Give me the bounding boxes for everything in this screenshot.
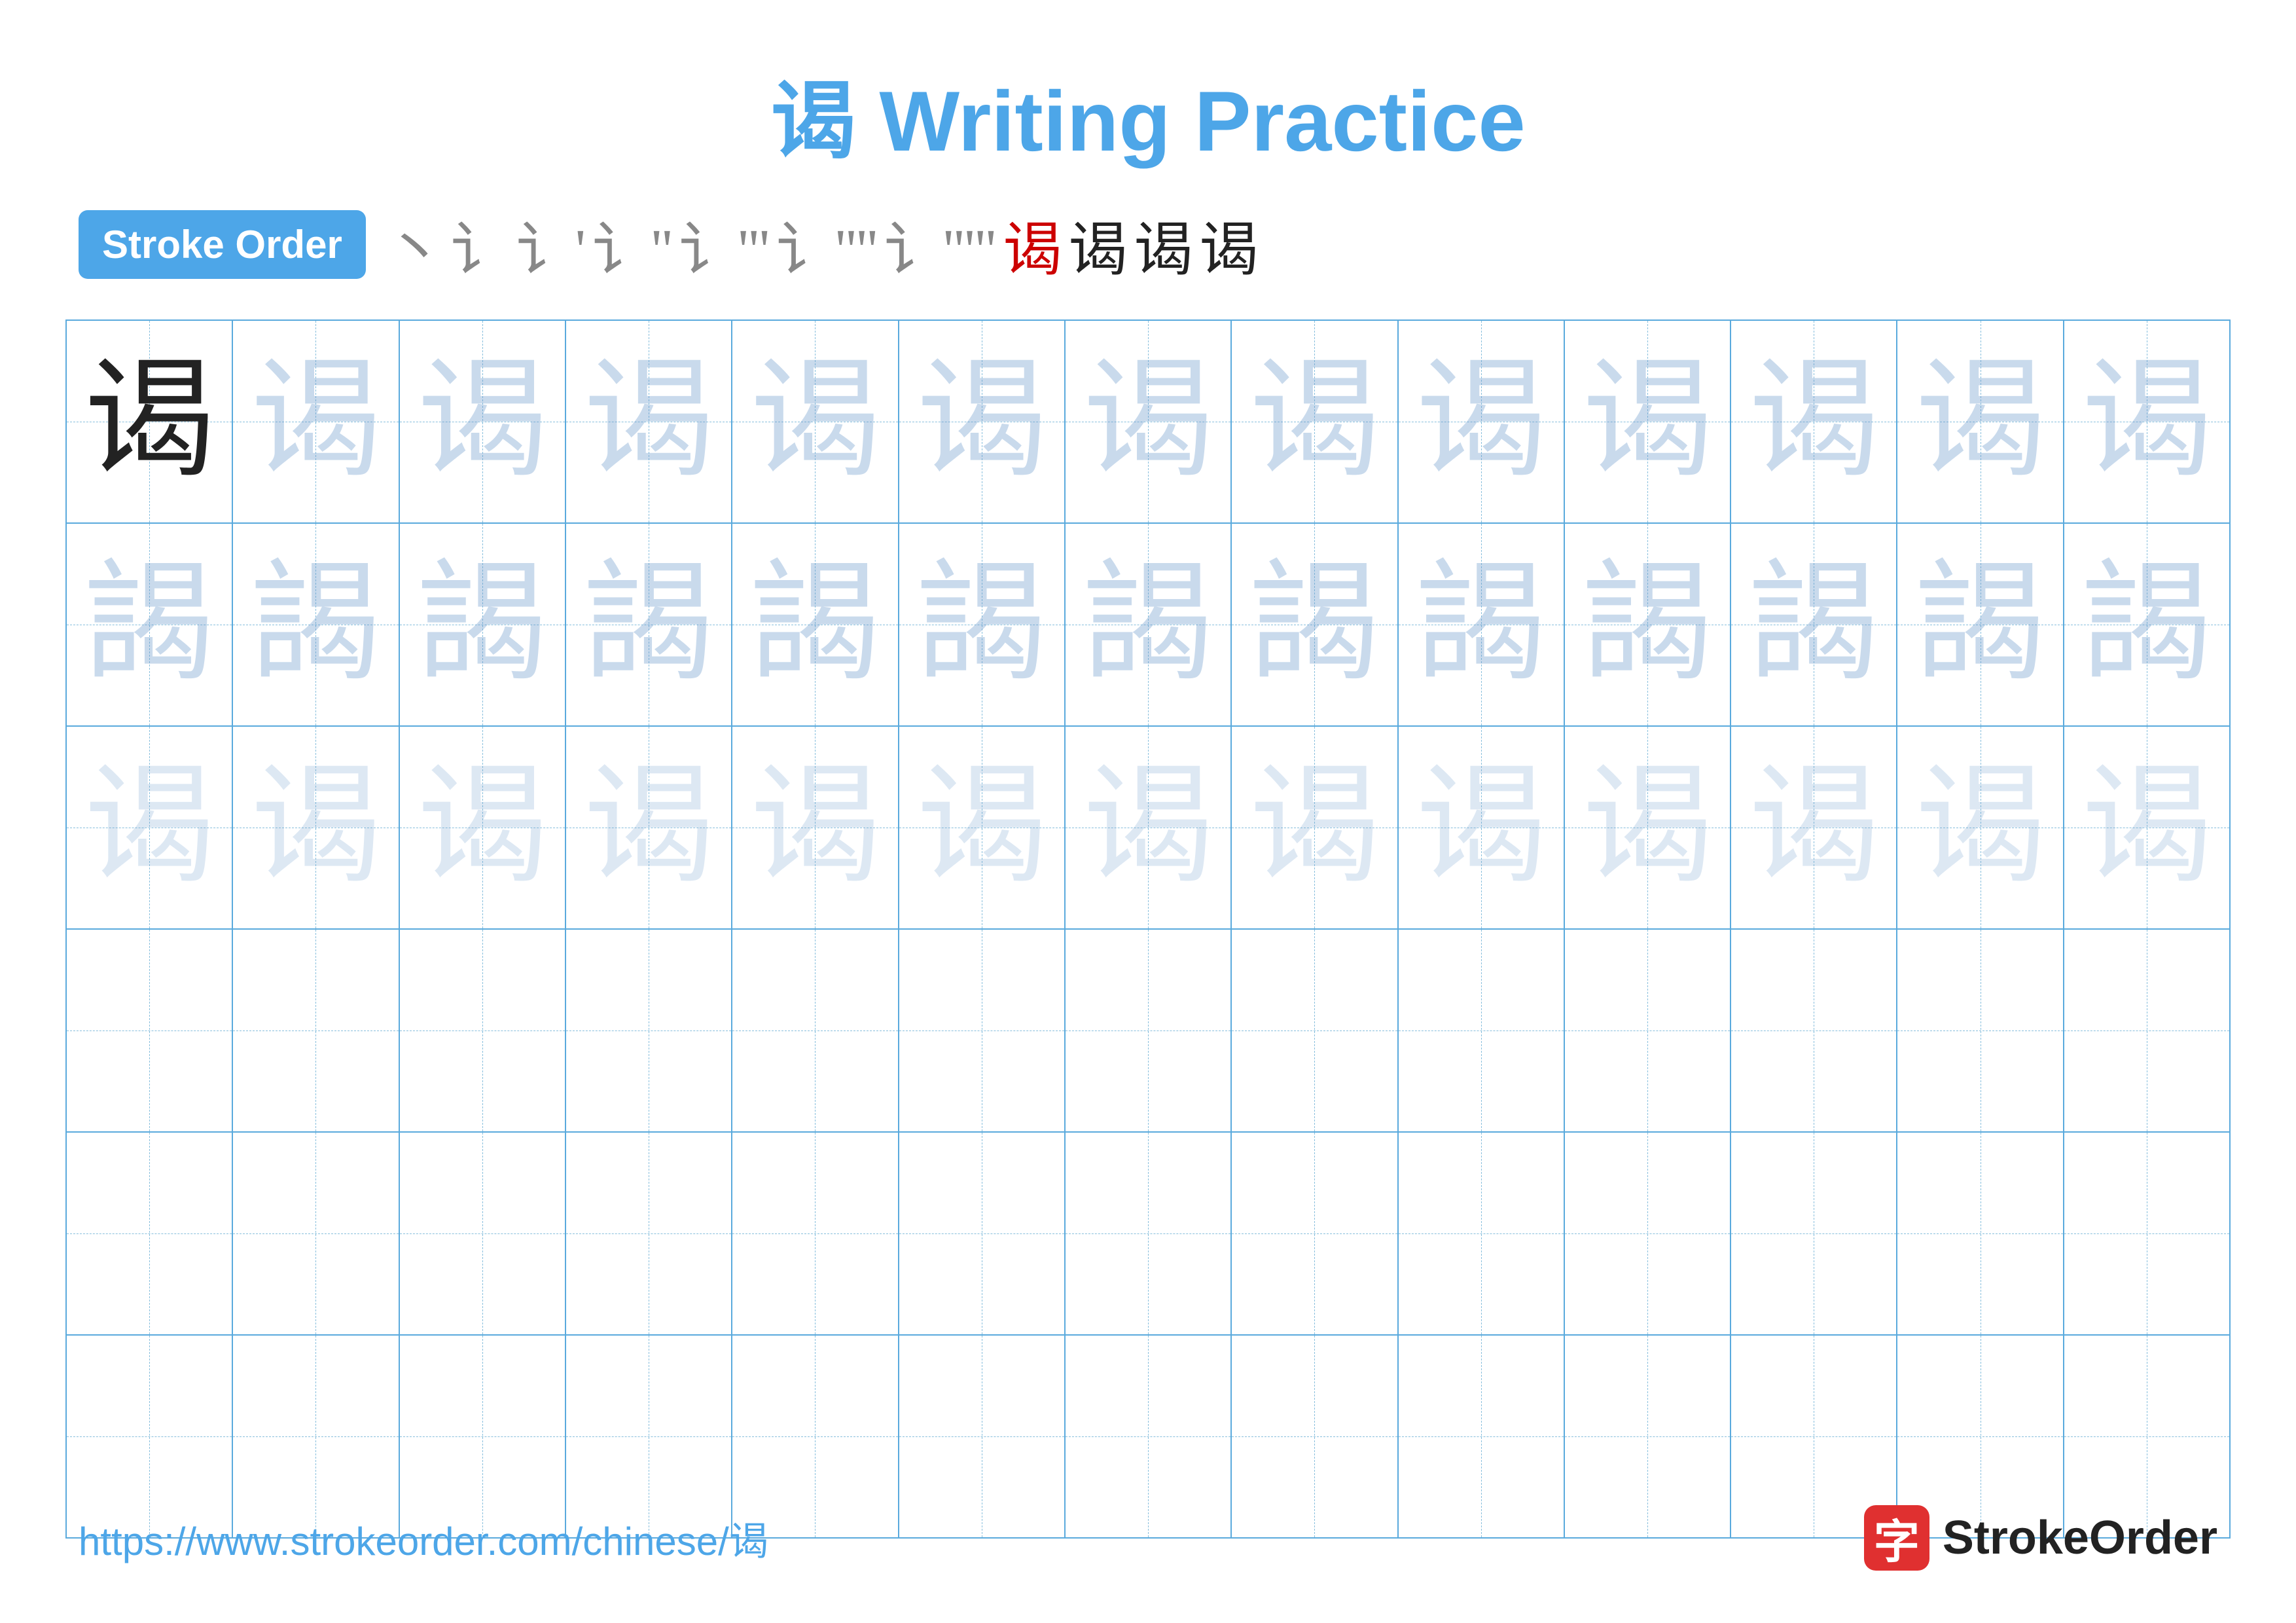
grid-cell[interactable] — [732, 1133, 899, 1334]
grid-cell[interactable]: 谒 — [566, 321, 732, 522]
stroke-9: 谒 — [1068, 202, 1127, 287]
grid-cell[interactable]: 谒 — [732, 321, 899, 522]
grid-cell[interactable]: 謁 — [1232, 524, 1398, 725]
grid-cell[interactable] — [67, 1133, 233, 1334]
stroke-order-section: Stroke Order 丶 讠 讠' 讠'' 讠''' 讠'''' 讠''''… — [0, 202, 2296, 319]
grid-cell[interactable]: 谒 — [1399, 321, 1565, 522]
practice-grid[interactable]: 谒 谒 谒 谒 谒 谒 谒 谒 谒 谒 谒 谒 — [65, 319, 2231, 1539]
grid-cell[interactable]: 谒 — [1399, 727, 1565, 928]
grid-cell[interactable]: 謁 — [899, 524, 1066, 725]
grid-cell[interactable] — [1565, 1133, 1731, 1334]
grid-cell[interactable]: 谒 — [1232, 321, 1398, 522]
logo-icon: 字 — [1864, 1505, 1929, 1571]
grid-cell[interactable] — [1066, 930, 1232, 1131]
grid-cell[interactable] — [566, 1133, 732, 1334]
grid-cell[interactable]: 謁 — [1399, 524, 1565, 725]
stroke-10: 谒 — [1134, 202, 1193, 287]
grid-cell[interactable] — [67, 930, 233, 1131]
stroke-7: 讠''''' — [884, 202, 996, 287]
grid-cell[interactable] — [233, 1133, 399, 1334]
grid-cell[interactable]: 谒 — [2064, 321, 2229, 522]
stroke-order-badge: Stroke Order — [79, 210, 366, 279]
grid-row-1: 谒 谒 谒 谒 谒 谒 谒 谒 谒 谒 谒 谒 — [67, 321, 2229, 524]
grid-cell[interactable]: 谒 — [899, 727, 1066, 928]
stroke-sequence: 丶 讠 讠' 讠'' 讠''' 讠'''' 讠''''' 谒 谒 谒 谒 — [386, 202, 1258, 287]
grid-cell[interactable] — [1066, 1133, 1232, 1334]
grid-cell[interactable]: 谒 — [233, 727, 399, 928]
grid-row-2: 謁 謁 謁 謁 謁 謁 謁 謁 謁 謁 謁 謁 — [67, 524, 2229, 727]
grid-cell[interactable] — [899, 930, 1066, 1131]
grid-cell[interactable]: 謁 — [732, 524, 899, 725]
grid-cell[interactable]: 謁 — [2064, 524, 2229, 725]
grid-cell[interactable]: 谒 — [1066, 727, 1232, 928]
grid-cell[interactable]: 谒 — [1232, 727, 1398, 928]
footer: https://www.strokeorder.com/chinese/谒 字 … — [0, 1505, 2296, 1571]
stroke-11: 谒 — [1199, 202, 1258, 287]
grid-cell[interactable] — [1232, 930, 1398, 1131]
grid-cell[interactable]: 谒 — [566, 727, 732, 928]
grid-cell[interactable] — [1399, 930, 1565, 1131]
footer-url-link[interactable]: https://www.strokeorder.com/chinese/谒 — [79, 1510, 768, 1567]
grid-cell[interactable]: 謁 — [67, 524, 233, 725]
grid-cell[interactable]: 谒 — [732, 727, 899, 928]
grid-cell[interactable]: 謁 — [1731, 524, 1897, 725]
grid-cell[interactable] — [1399, 1133, 1565, 1334]
grid-cell[interactable] — [1565, 930, 1731, 1131]
grid-cell[interactable]: 謁 — [1897, 524, 2064, 725]
grid-cell[interactable]: 谒 — [1897, 321, 2064, 522]
stroke-2: 讠 — [451, 202, 510, 287]
stroke-5: 讠''' — [679, 202, 770, 287]
page-title: 谒 Writing Practice — [0, 0, 2296, 202]
grid-cell[interactable]: 謁 — [1066, 524, 1232, 725]
grid-cell[interactable] — [1897, 1133, 2064, 1334]
stroke-8: 谒 — [1003, 202, 1062, 287]
grid-row-3: 谒 谒 谒 谒 谒 谒 谒 谒 谒 谒 谒 谒 — [67, 727, 2229, 930]
grid-cell[interactable]: 谒 — [1565, 727, 1731, 928]
stroke-4: 讠'' — [592, 202, 672, 287]
grid-cell[interactable] — [899, 1133, 1066, 1334]
grid-cell[interactable]: 謁 — [233, 524, 399, 725]
grid-cell[interactable]: 謁 — [1565, 524, 1731, 725]
grid-cell[interactable] — [1731, 930, 1897, 1131]
footer-logo: 字 StrokeOrder — [1864, 1505, 2217, 1571]
grid-cell[interactable]: 谒 — [400, 321, 566, 522]
stroke-6: 讠'''' — [776, 202, 878, 287]
grid-cell[interactable] — [2064, 930, 2229, 1131]
grid-cell[interactable] — [1897, 930, 2064, 1131]
grid-cell[interactable] — [1731, 1133, 1897, 1334]
grid-cell[interactable] — [1232, 1133, 1398, 1334]
grid-cell[interactable] — [400, 1133, 566, 1334]
grid-cell[interactable]: 谒 — [1565, 321, 1731, 522]
stroke-1: 丶 — [386, 202, 444, 287]
grid-cell[interactable]: 谒 — [2064, 727, 2229, 928]
grid-cell[interactable]: 谒 — [400, 727, 566, 928]
grid-cell[interactable]: 谒 — [67, 321, 233, 522]
grid-cell[interactable]: 谒 — [233, 321, 399, 522]
stroke-3: 讠' — [516, 202, 586, 287]
grid-cell[interactable]: 谒 — [67, 727, 233, 928]
grid-cell[interactable]: 謁 — [400, 524, 566, 725]
grid-cell[interactable] — [732, 930, 899, 1131]
grid-cell[interactable] — [400, 930, 566, 1131]
grid-cell[interactable]: 谒 — [1731, 321, 1897, 522]
grid-cell[interactable] — [2064, 1133, 2229, 1334]
grid-cell[interactable]: 谒 — [899, 321, 1066, 522]
grid-cell[interactable]: 谒 — [1897, 727, 2064, 928]
grid-cell[interactable] — [233, 930, 399, 1131]
grid-row-5 — [67, 1133, 2229, 1336]
grid-row-4 — [67, 930, 2229, 1133]
grid-cell[interactable]: 谒 — [1066, 321, 1232, 522]
grid-cell[interactable]: 謁 — [566, 524, 732, 725]
logo-name: StrokeOrder — [1943, 1511, 2217, 1565]
grid-cell[interactable]: 谒 — [1731, 727, 1897, 928]
grid-cell[interactable] — [566, 930, 732, 1131]
